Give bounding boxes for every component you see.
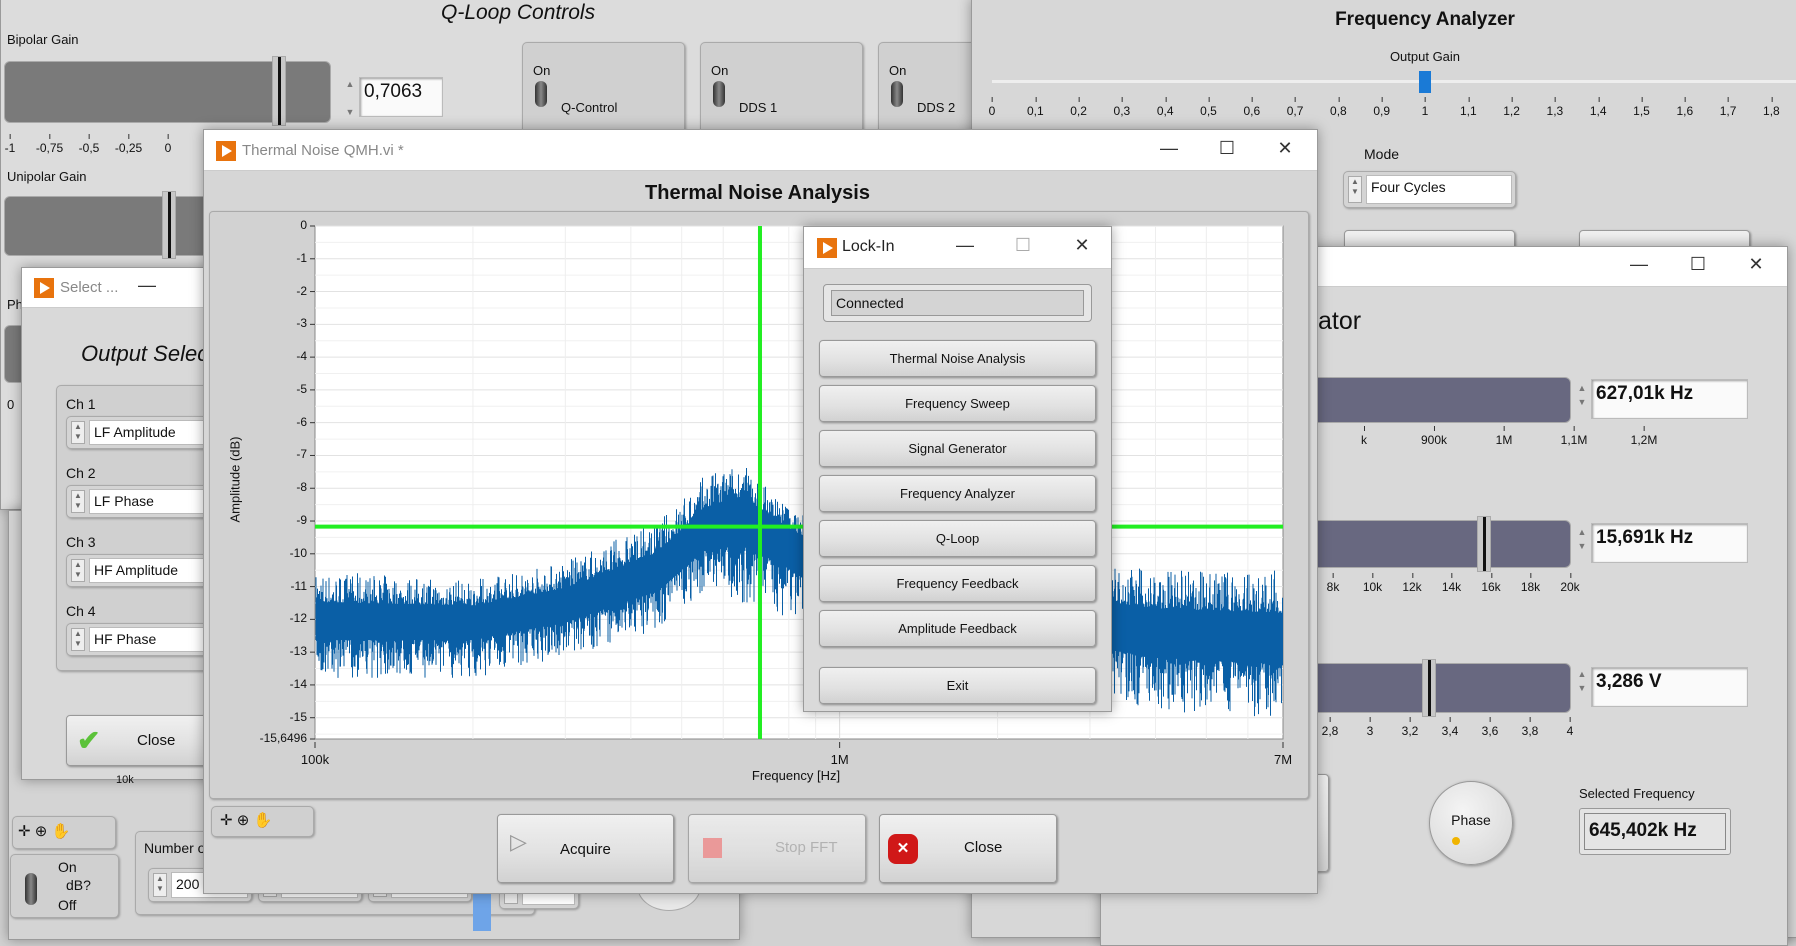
x-tick-label: 7M (1273, 752, 1293, 767)
y-tick-label: -14 (289, 676, 307, 691)
window-title: Lock-In (842, 238, 895, 255)
y-tick-label: -12 (289, 611, 307, 626)
x-tick-label: 1M (830, 752, 849, 767)
y-tick-label: -2 (296, 283, 307, 298)
lockin-button-frequency-analyzer[interactable]: Frequency Analyzer (819, 475, 1096, 512)
y-tick-label: -8 (296, 480, 307, 495)
lock-in-window: Lock-In — ☐ ✕ Connected Thermal Noise An… (803, 226, 1112, 712)
y-tick-label: -9 (296, 513, 307, 528)
y-tick-label: -7 (296, 447, 307, 462)
title-bar: Lock-In — ☐ ✕ (804, 227, 1111, 269)
y-tick-label: -11 (290, 578, 307, 593)
y-tick-label: -1 (296, 250, 307, 265)
y-tick-label: -3 (296, 316, 307, 331)
y-tick-label: -13 (289, 644, 307, 659)
lockin-button-thermal-noise-analysis[interactable]: Thermal Noise Analysis (819, 340, 1096, 377)
y-tick-label: 0 (300, 218, 307, 232)
y-tick-label: -15,6496 (259, 731, 307, 745)
lockin-button-signal-generator[interactable]: Signal Generator (819, 430, 1096, 467)
maximize-icon[interactable]: ☐ (1008, 235, 1038, 256)
y-tick-label: -15 (289, 709, 307, 724)
status-indicator: Connected (823, 284, 1092, 322)
x-tick-label: 100k (300, 752, 330, 767)
minimize-icon[interactable]: — (950, 235, 980, 256)
y-tick-label: -4 (296, 349, 307, 364)
y-tick-label: -5 (296, 381, 307, 396)
x-axis-label: Frequency [Hz] (751, 768, 841, 783)
y-axis-label: Amplitude (dB) (227, 436, 243, 523)
lockin-button-amplitude-feedback[interactable]: Amplitude Feedback (819, 610, 1096, 647)
close-icon[interactable]: ✕ (1067, 235, 1097, 256)
exit-button[interactable]: Exit (819, 667, 1096, 704)
y-tick-label: -6 (296, 414, 307, 429)
lockin-button-frequency-sweep[interactable]: Frequency Sweep (819, 385, 1096, 422)
lockin-button-q-loop[interactable]: Q-Loop (819, 520, 1096, 557)
status-text: Connected (831, 290, 1084, 316)
labview-icon (817, 238, 837, 258)
y-tick-label: -10 (289, 545, 307, 560)
lockin-button-frequency-feedback[interactable]: Frequency Feedback (819, 565, 1096, 602)
